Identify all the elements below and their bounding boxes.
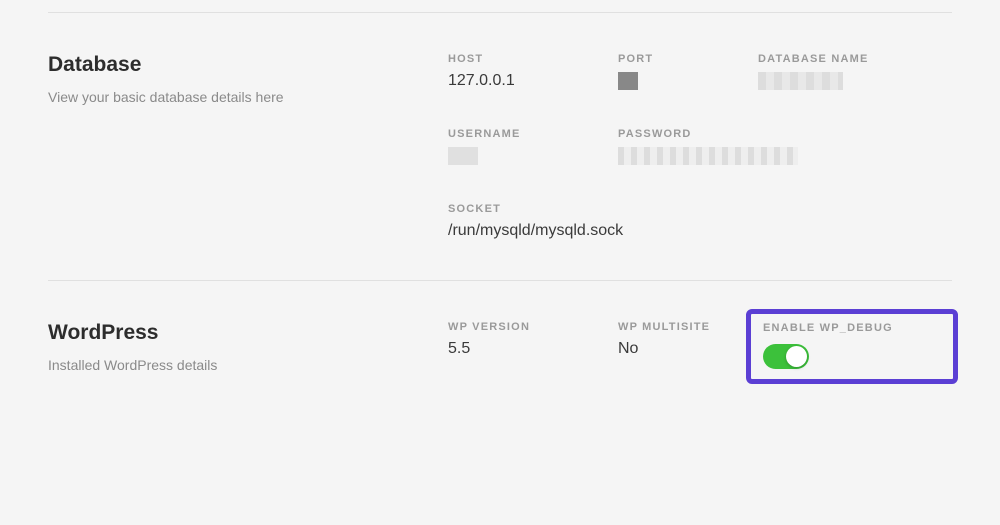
wp-version-value: 5.5: [448, 340, 618, 358]
wp-debug-field: ENABLE WP_DEBUG: [763, 322, 941, 369]
password-label: PASSWORD: [618, 128, 948, 140]
database-title: Database: [48, 53, 448, 77]
socket-value: /run/mysqld/mysqld.sock: [448, 222, 948, 240]
wordpress-subtitle: Installed WordPress details: [48, 357, 448, 373]
wordpress-section-header: WordPress Installed WordPress details: [48, 321, 448, 374]
wp-multisite-label: WP MULTISITE: [618, 321, 758, 333]
host-field: HOST 127.0.0.1: [448, 53, 618, 90]
wp-debug-toggle[interactable]: [763, 344, 809, 369]
database-subtitle: View your basic database details here: [48, 89, 448, 105]
socket-field: SOCKET /run/mysqld/mysqld.sock: [448, 203, 948, 240]
wp-multisite-value: No: [618, 340, 758, 358]
wp-version-field: WP VERSION 5.5: [448, 321, 618, 358]
port-field: PORT: [618, 53, 758, 90]
wp-debug-label: ENABLE WP_DEBUG: [763, 322, 941, 334]
dbname-label: DATABASE NAME: [758, 53, 948, 65]
toggle-knob: [786, 346, 807, 367]
dbname-value-redacted: [758, 72, 843, 90]
username-label: USERNAME: [448, 128, 618, 140]
wordpress-title: WordPress: [48, 321, 448, 345]
password-field: PASSWORD: [618, 128, 948, 165]
database-fields: HOST 127.0.0.1 PORT DATABASE NAME USERNA…: [448, 53, 952, 240]
database-section: Database View your basic database detail…: [0, 13, 1000, 280]
wordpress-fields: WP VERSION 5.5 WP MULTISITE No ENABLE WP…: [448, 321, 952, 374]
wp-debug-highlight: ENABLE WP_DEBUG: [758, 321, 948, 374]
username-field: USERNAME: [448, 128, 618, 165]
dbname-field: DATABASE NAME: [758, 53, 948, 90]
port-label: PORT: [618, 53, 758, 65]
username-value-redacted: [448, 147, 478, 165]
wp-version-label: WP VERSION: [448, 321, 618, 333]
socket-label: SOCKET: [448, 203, 948, 215]
host-label: HOST: [448, 53, 618, 65]
host-value: 127.0.0.1: [448, 72, 618, 90]
password-value-redacted: [618, 147, 798, 165]
wp-multisite-field: WP MULTISITE No: [618, 321, 758, 358]
database-section-header: Database View your basic database detail…: [48, 53, 448, 240]
port-value-redacted: [618, 72, 638, 90]
wordpress-section: WordPress Installed WordPress details WP…: [0, 281, 1000, 414]
